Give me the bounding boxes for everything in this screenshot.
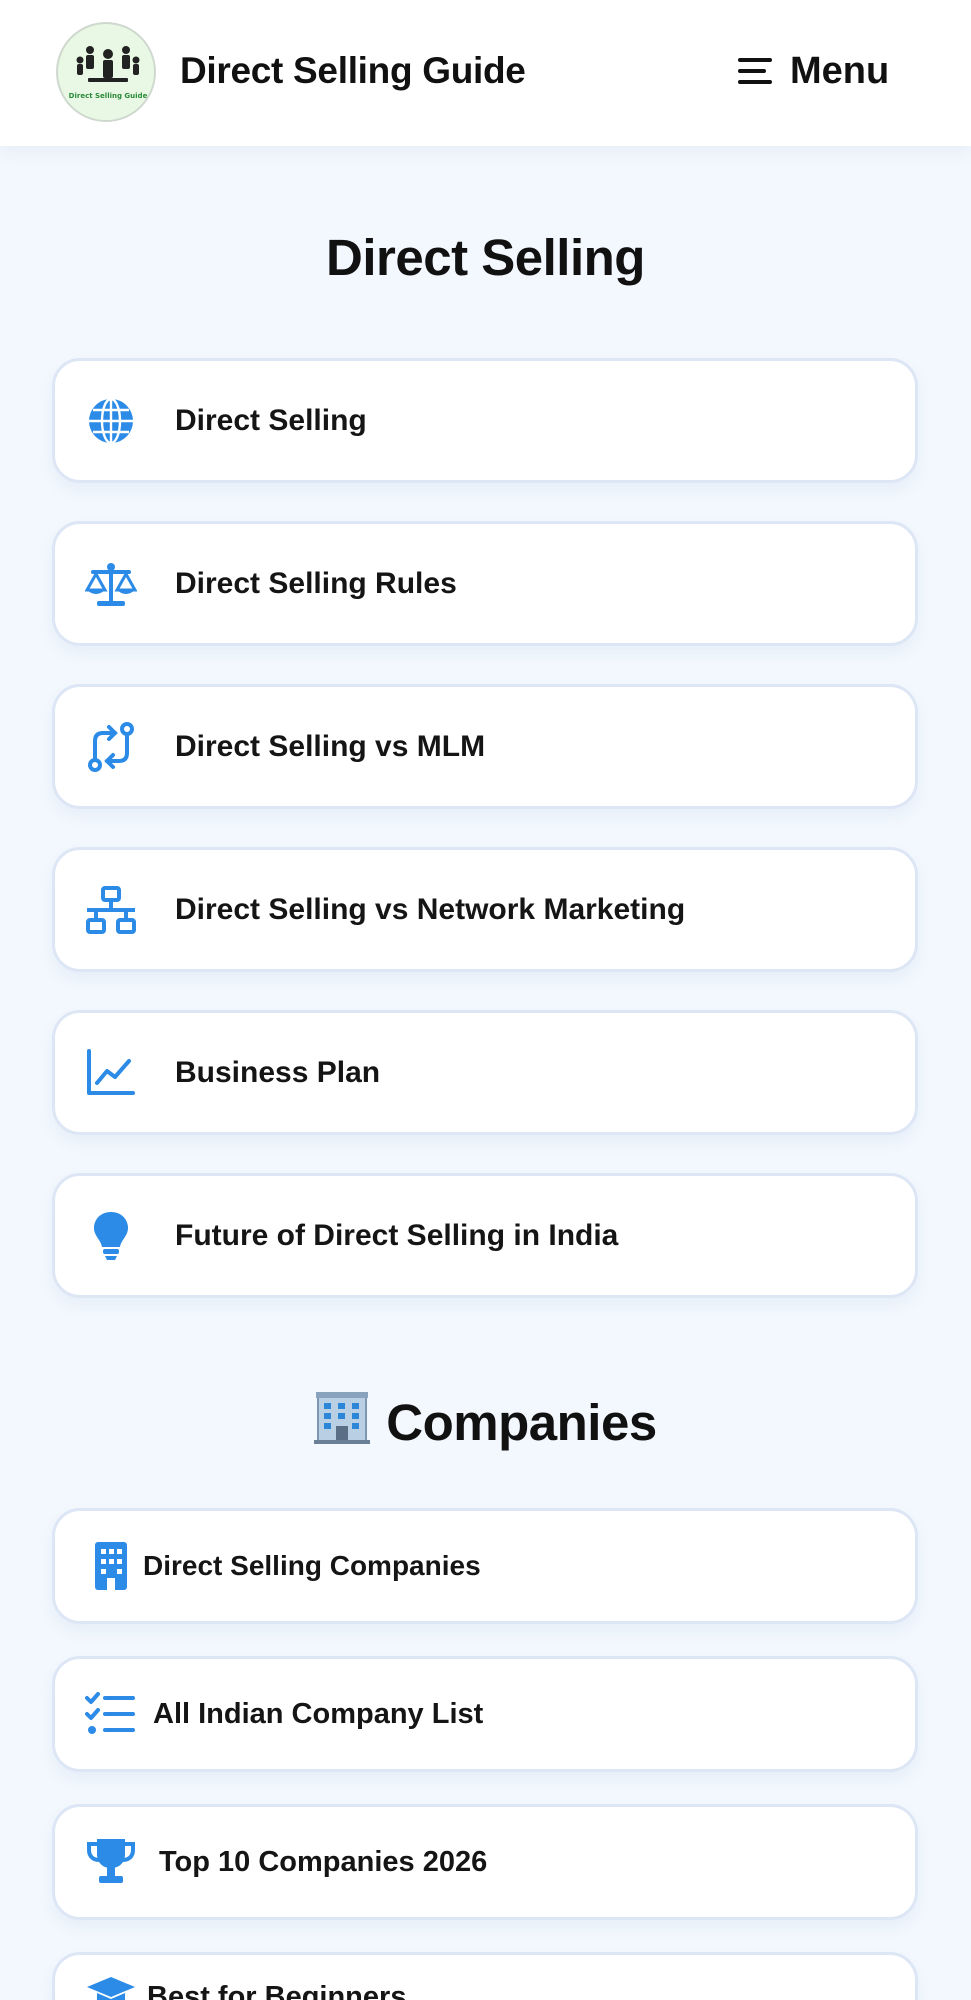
site-logo[interactable]: Direct Selling Guide <box>56 22 156 122</box>
network-icon <box>86 885 136 934</box>
card-top-10-companies-2026[interactable]: Top 10 Companies 2026 <box>52 1804 918 1920</box>
card-direct-selling-companies[interactable]: Direct Selling Companies <box>52 1508 918 1624</box>
logo-text: Direct Selling Guide <box>69 92 148 100</box>
scale-icon <box>85 562 137 606</box>
card-label: Best for Beginners <box>147 1981 407 2000</box>
exchange-icon <box>88 721 134 772</box>
hamburger-menu-icon <box>738 58 772 84</box>
card-business-plan[interactable]: Business Plan <box>52 1010 918 1135</box>
lightbulb-icon <box>94 1211 128 1260</box>
card-direct-selling-vs-mlm[interactable]: Direct Selling vs MLM <box>52 684 918 809</box>
logo-graphic: Direct Selling Guide <box>59 25 154 120</box>
section-title-text: Companies <box>386 1394 657 1451</box>
section-title-companies: Companies <box>0 1390 971 1452</box>
card-label: Direct Selling <box>175 403 367 437</box>
card-label: Direct Selling vs Network Marketing <box>175 892 686 926</box>
trophy-icon <box>87 1839 135 1883</box>
menu-button[interactable]: Menu <box>738 46 889 96</box>
graduation-cap-icon <box>87 1977 135 2000</box>
card-label: Direct Selling Rules <box>175 566 457 600</box>
checklist-icon <box>85 1692 135 1734</box>
card-direct-selling-rules[interactable]: Direct Selling Rules <box>52 521 918 646</box>
card-best-for-beginners[interactable]: Best for Beginners <box>52 1952 918 2000</box>
card-label: All Indian Company List <box>153 1697 484 1730</box>
building-icon <box>95 1542 127 1590</box>
top-header: Direct Selling Guide Direct Selling Guid… <box>0 0 971 146</box>
office-building-icon <box>314 1392 371 1444</box>
menu-label: Menu <box>790 49 890 92</box>
section-title-direct-selling: Direct Selling <box>326 229 645 286</box>
card-label: Top 10 Companies 2026 <box>159 1845 488 1878</box>
globe-icon <box>89 397 133 444</box>
card-label: Direct Selling Companies <box>143 1550 481 1581</box>
site-title[interactable]: Direct Selling Guide <box>180 50 526 92</box>
card-all-indian-company-list[interactable]: All Indian Company List <box>52 1656 918 1772</box>
card-label: Business Plan <box>175 1055 381 1089</box>
card-direct-selling-vs-network-marketing[interactable]: Direct Selling vs Network Marketing <box>52 847 918 972</box>
card-label: Future of Direct Selling in India <box>175 1218 619 1252</box>
card-direct-selling[interactable]: Direct Selling <box>52 358 918 483</box>
card-label: Direct Selling vs MLM <box>175 729 486 763</box>
card-future-of-direct-selling[interactable]: Future of Direct Selling in India <box>52 1173 918 1298</box>
chart-line-icon <box>87 1048 135 1095</box>
